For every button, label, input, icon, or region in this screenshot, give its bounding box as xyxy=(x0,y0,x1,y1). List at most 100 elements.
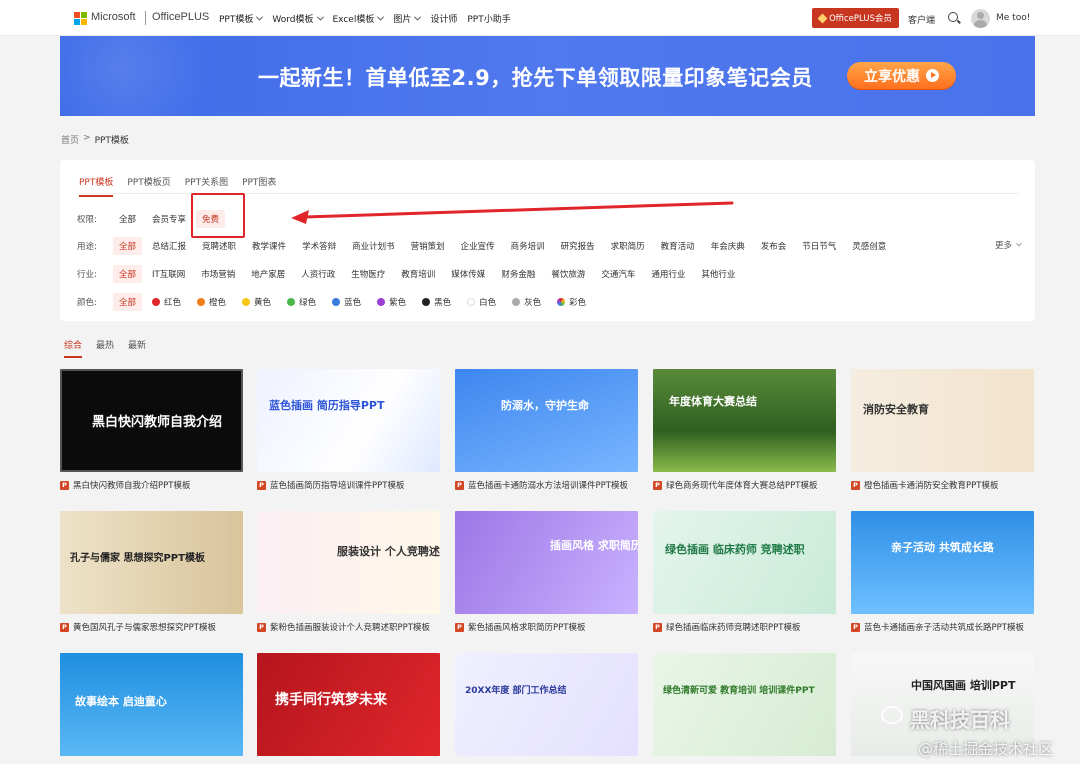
template-thumbnail[interactable]: 亲子活动 共筑成长路 xyxy=(851,511,1034,614)
filter-option[interactable]: 节日节气 xyxy=(796,237,842,255)
filter-option[interactable]: 竞聘述职 xyxy=(196,237,242,255)
filter-option[interactable]: 年会庆典 xyxy=(705,237,751,255)
filter-option[interactable]: 教育培训 xyxy=(395,265,441,283)
template-card[interactable]: 消防安全教育 P 橙色插画卡通消防安全教育PPT模板 xyxy=(851,369,1034,491)
template-card[interactable]: 孔子与儒家 思想探究PPT模板 P 黄色国风孔子与儒家思想探究PPT模板 xyxy=(60,511,243,633)
nav-ppt-assistant[interactable]: PPT小助手 xyxy=(467,12,510,25)
product-name[interactable]: OfficePLUS xyxy=(152,11,209,23)
filter-option[interactable]: 求职简历 xyxy=(605,237,651,255)
template-card[interactable]: 20XX年度 部门工作总结 xyxy=(455,653,638,756)
template-thumbnail[interactable]: 绿色插画 临床药师 竞聘述职 xyxy=(653,511,836,614)
breadcrumb-home[interactable]: 首页 xyxy=(61,133,79,146)
template-thumbnail[interactable]: 绿色清新可爱 教育培训 培训课件PPT xyxy=(653,653,836,756)
color-option[interactable]: 白色 xyxy=(461,293,502,311)
color-option[interactable]: 黑色 xyxy=(416,293,457,311)
sort-tab-overall[interactable]: 综合 xyxy=(64,338,83,358)
promo-banner[interactable]: 一起新生！首单低至2.9，抢先下单领取限量印象笔记会员 立享优惠 xyxy=(60,36,1035,116)
microsoft-logo-icon[interactable] xyxy=(74,12,87,25)
client-link[interactable]: 客户端 xyxy=(908,13,935,26)
template-thumbnail[interactable]: 蓝色插画 简历指导PPT xyxy=(257,369,440,472)
filter-option[interactable]: 企业宣传 xyxy=(455,237,501,255)
template-card[interactable]: 携手同行筑梦未来 xyxy=(257,653,440,756)
template-title[interactable]: P 紫色插画风格求职简历PPT模板 xyxy=(455,621,638,633)
filter-option[interactable]: 商务培训 xyxy=(505,237,551,255)
template-title[interactable]: P 橙色插画卡通消防安全教育PPT模板 xyxy=(851,479,1034,491)
template-card[interactable]: 蓝色插画 简历指导PPT P 蓝色插画简历指导培训课件PPT模板 xyxy=(257,369,440,491)
more-button[interactable]: 更多 xyxy=(995,239,1022,251)
vip-button[interactable]: OfficePLUS会员 xyxy=(812,8,899,28)
template-title[interactable]: P 黄色国风孔子与儒家思想探究PPT模板 xyxy=(60,621,243,633)
template-title[interactable]: P 绿色插画临床药师竞聘述职PPT模板 xyxy=(653,621,836,633)
avatar[interactable] xyxy=(971,9,990,28)
template-thumbnail[interactable]: 插画风格 求职简历PPT xyxy=(455,511,638,614)
sort-tab-newest[interactable]: 最新 xyxy=(128,338,146,358)
template-card[interactable]: 故事绘本 启迪童心 xyxy=(60,653,243,756)
template-thumbnail[interactable]: 黑白快闪教师自我介绍 xyxy=(60,369,243,472)
template-card[interactable]: 绿色清新可爱 教育培训 培训课件PPT xyxy=(653,653,836,756)
filter-option[interactable]: 教学课件 xyxy=(246,237,292,255)
filter-option[interactable]: 生物医疗 xyxy=(345,265,391,283)
filter-option[interactable]: 教育活动 xyxy=(655,237,701,255)
template-thumbnail[interactable]: 携手同行筑梦未来 xyxy=(257,653,440,756)
template-thumbnail[interactable]: 孔子与儒家 思想探究PPT模板 xyxy=(60,511,243,614)
template-card[interactable]: 防溺水，守护生命 P 蓝色插画卡通防溺水方法培训课件PPT模板 xyxy=(455,369,638,491)
template-title[interactable]: P 蓝色卡通插画亲子活动共筑成长路PPT模板 xyxy=(851,621,1034,633)
template-title[interactable]: P 黑白快闪教师自我介绍PPT模板 xyxy=(60,479,243,491)
filter-option[interactable]: 市场营销 xyxy=(195,265,241,283)
color-option[interactable]: 黄色 xyxy=(236,293,277,311)
template-thumbnail[interactable]: 故事绘本 启迪童心 xyxy=(60,653,243,756)
template-title[interactable]: P 紫粉色插画服装设计个人竞聘述职PPT模板 xyxy=(257,621,440,633)
filter-option[interactable]: IT互联网 xyxy=(146,265,191,283)
sort-tab-popular[interactable]: 最热 xyxy=(96,338,114,358)
nav-word-templates[interactable]: Word模板 xyxy=(272,12,324,25)
template-card[interactable]: 绿色插画 临床药师 竞聘述职 P 绿色插画临床药师竞聘述职PPT模板 xyxy=(653,511,836,633)
color-option[interactable]: 紫色 xyxy=(371,293,412,311)
filter-option[interactable]: 总结汇报 xyxy=(146,237,192,255)
template-title[interactable]: P 绿色商务现代年度体育大赛总结PPT模板 xyxy=(653,479,836,491)
template-thumbnail[interactable]: 消防安全教育 xyxy=(851,369,1034,472)
template-card[interactable]: 服装设计 个人竞聘述职PPT P 紫粉色插画服装设计个人竞聘述职PPT模板 xyxy=(257,511,440,633)
filter-option[interactable]: 全部 xyxy=(113,265,143,283)
template-card[interactable]: 年度体育大赛总结 P 绿色商务现代年度体育大赛总结PPT模板 xyxy=(653,369,836,491)
search-icon[interactable] xyxy=(948,12,958,22)
template-thumbnail[interactable]: 防溺水，守护生命 xyxy=(455,369,638,472)
banner-cta-button[interactable]: 立享优惠 xyxy=(847,62,956,89)
template-card[interactable]: 黑白快闪教师自我介绍 P 黑白快闪教师自我介绍PPT模板 xyxy=(60,369,243,491)
filter-option[interactable]: 财务金融 xyxy=(495,265,541,283)
filter-option[interactable]: 发布会 xyxy=(755,237,793,255)
filter-option[interactable]: 地产家居 xyxy=(245,265,291,283)
filter-option[interactable]: 全部 xyxy=(113,293,143,311)
filter-option[interactable]: 全部 xyxy=(113,210,142,228)
template-thumbnail[interactable]: 服装设计 个人竞聘述职PPT xyxy=(257,511,440,614)
filter-option[interactable]: 灵感创意 xyxy=(846,237,892,255)
filter-option[interactable]: 学术答辩 xyxy=(296,237,342,255)
template-card[interactable]: 插画风格 求职简历PPT P 紫色插画风格求职简历PPT模板 xyxy=(455,511,638,633)
filter-option[interactable]: 餐饮旅游 xyxy=(545,265,591,283)
color-option[interactable]: 彩色 xyxy=(551,293,592,311)
nav-excel-templates[interactable]: Excel模板 xyxy=(333,12,385,25)
filter-option[interactable]: 交通汽车 xyxy=(595,265,641,283)
filter-option[interactable]: 人资行政 xyxy=(295,265,341,283)
color-option[interactable]: 蓝色 xyxy=(326,293,367,311)
color-option[interactable]: 灰色 xyxy=(506,293,547,311)
filter-option[interactable]: 研究报告 xyxy=(555,237,601,255)
color-option[interactable]: 橙色 xyxy=(191,293,232,311)
nav-ppt-templates[interactable]: PPT模板 xyxy=(219,12,264,25)
nav-images[interactable]: 图片 xyxy=(393,12,422,25)
color-option[interactable]: 红色 xyxy=(146,293,187,311)
filter-option[interactable]: 商业计划书 xyxy=(346,237,401,255)
color-option[interactable]: 绿色 xyxy=(281,293,322,311)
nav-designer[interactable]: 设计师 xyxy=(430,12,457,25)
filter-option[interactable]: 媒体传媒 xyxy=(445,265,491,283)
username[interactable]: Me too! xyxy=(996,13,1030,23)
template-title[interactable]: P 蓝色插画简历指导培训课件PPT模板 xyxy=(257,479,440,491)
template-thumbnail[interactable]: 年度体育大赛总结 xyxy=(653,369,836,472)
filter-option[interactable]: 营销策划 xyxy=(405,237,451,255)
filter-option[interactable]: 会员专享 xyxy=(146,210,192,228)
template-card[interactable]: 亲子活动 共筑成长路 P 蓝色卡通插画亲子活动共筑成长路PPT模板 xyxy=(851,511,1034,633)
filter-option[interactable]: 通用行业 xyxy=(645,265,691,283)
filter-option[interactable]: 全部 xyxy=(113,237,143,255)
brand-name[interactable]: Microsoft xyxy=(91,11,136,23)
filter-option[interactable]: 其他行业 xyxy=(695,265,741,283)
template-thumbnail[interactable]: 20XX年度 部门工作总结 xyxy=(455,653,638,756)
